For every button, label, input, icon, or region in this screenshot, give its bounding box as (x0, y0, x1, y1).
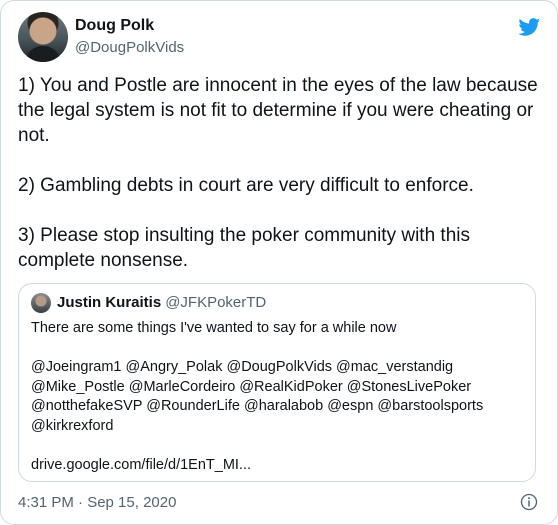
info-icon[interactable] (520, 493, 538, 511)
tweet-header: Doug Polk @DougPolkVids (18, 12, 542, 64)
quoted-author-handle[interactable]: @JFKPokerTD (165, 294, 266, 311)
quoted-author[interactable]: Justin Kuraitis @JFKPokerTD (57, 294, 266, 312)
quoted-tweet-text: There are some things I've wanted to say… (31, 320, 484, 473)
tweet-text: 1) You and Postle are innocent in the ey… (18, 75, 538, 271)
twitter-bird-icon[interactable] (517, 16, 542, 38)
avatar-shirt (26, 46, 60, 62)
tweet-footer: 4:31 PM · Sep 15, 2020 (18, 493, 542, 515)
tweet-card: Doug Polk @DougPolkVids 1) You and Postl… (0, 0, 558, 525)
quoted-tweet[interactable]: Justin Kuraitis @JFKPokerTD There are som… (18, 283, 536, 482)
author-handle[interactable]: @DougPolkVids (75, 38, 184, 58)
author-info[interactable]: Doug Polk @DougPolkVids (75, 16, 184, 58)
avatar[interactable] (18, 12, 68, 62)
quoted-avatar[interactable] (31, 293, 51, 313)
author-name[interactable]: Doug Polk (75, 16, 184, 36)
tweet-timestamp[interactable]: 4:31 PM · Sep 15, 2020 (18, 494, 176, 512)
quoted-author-name[interactable]: Justin Kuraitis (57, 294, 161, 311)
